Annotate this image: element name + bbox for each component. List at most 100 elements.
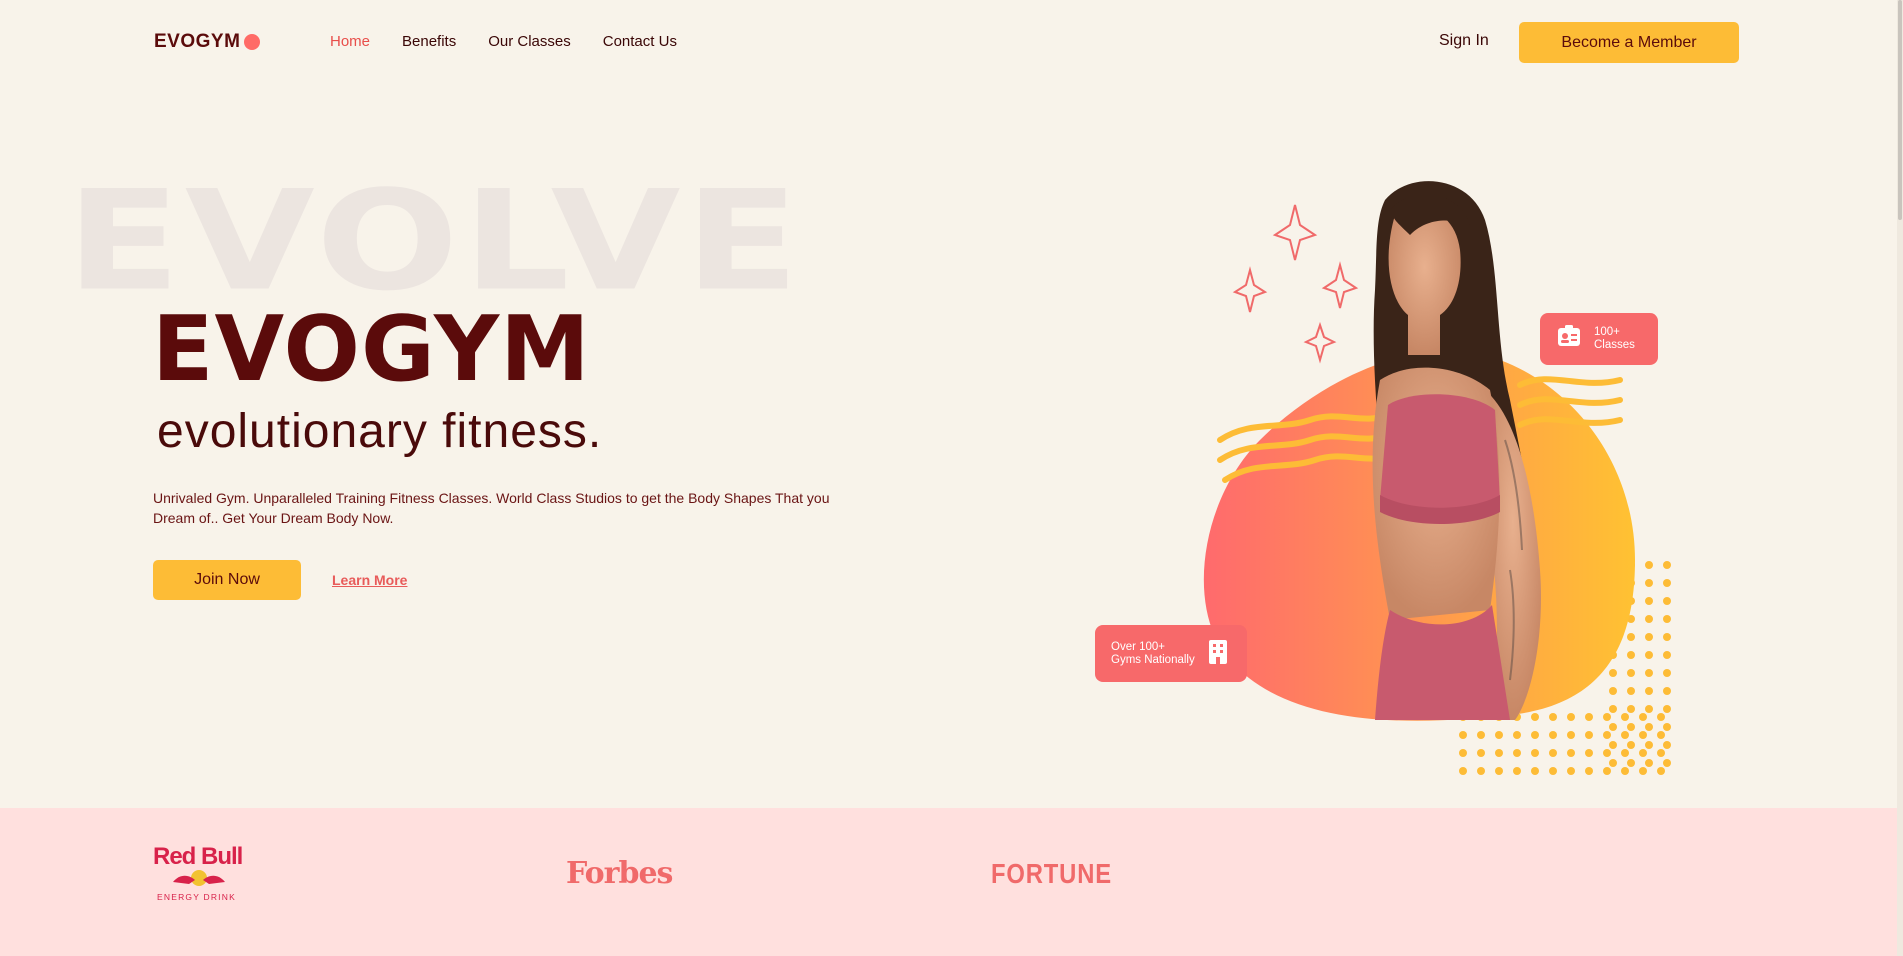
nav-link-contact-us[interactable]: Contact Us: [603, 33, 677, 50]
badge-classes-line1: 100+: [1594, 326, 1620, 338]
pattern-dot: [1627, 741, 1635, 749]
pattern-dot: [1627, 759, 1635, 767]
pattern-dot: [1663, 741, 1671, 749]
pattern-dot: [1609, 687, 1617, 695]
pattern-dot: [1657, 767, 1665, 775]
pattern-dot: [1645, 687, 1653, 695]
page-scrollbar[interactable]: [1897, 0, 1903, 956]
pattern-dot: [1603, 767, 1611, 775]
pattern-dot: [1627, 651, 1635, 659]
pattern-dot: [1663, 759, 1671, 767]
pattern-dot: [1459, 767, 1467, 775]
pattern-dot: [1645, 705, 1653, 713]
pattern-dot: [1495, 731, 1503, 739]
learn-more-link[interactable]: Learn More: [332, 572, 407, 588]
nav-link-benefits[interactable]: Benefits: [402, 33, 456, 50]
pattern-dot: [1663, 651, 1671, 659]
pattern-dot: [1531, 731, 1539, 739]
nav-link-our-classes[interactable]: Our Classes: [488, 33, 571, 50]
pattern-dot: [1585, 731, 1593, 739]
pattern-dot: [1627, 705, 1635, 713]
nav-links: Home Benefits Our Classes Contact Us: [330, 33, 677, 50]
pattern-dot: [1621, 731, 1629, 739]
pattern-dot: [1549, 731, 1557, 739]
pattern-dot: [1531, 767, 1539, 775]
badge-gyms-line1: Over 100+: [1111, 640, 1166, 653]
pattern-dot: [1477, 767, 1485, 775]
pattern-dot: [1531, 749, 1539, 757]
pattern-dot: [1531, 713, 1539, 721]
redbull-logo: Red Bull ENERGY DRINK: [153, 844, 253, 904]
pattern-dot: [1645, 651, 1653, 659]
pattern-dot: [1585, 767, 1593, 775]
hero-title: EVOGYM: [152, 297, 591, 402]
pattern-dot: [1645, 579, 1653, 587]
pattern-dot: [1513, 749, 1521, 757]
pattern-dot: [1627, 723, 1635, 731]
pattern-dot: [1585, 749, 1593, 757]
scrollbar-thumb[interactable]: [1898, 0, 1902, 220]
pattern-dot: [1609, 723, 1617, 731]
join-now-button[interactable]: Join Now: [153, 560, 301, 600]
pattern-dot: [1657, 731, 1665, 739]
pattern-dot: [1645, 669, 1653, 677]
top-navigation: EVOGYM Home Benefits Our Classes Contact…: [0, 0, 1897, 86]
pattern-dot: [1603, 749, 1611, 757]
pattern-dot: [1603, 713, 1611, 721]
pattern-dot: [1657, 713, 1665, 721]
pattern-dot: [1639, 749, 1647, 757]
pattern-dot: [1627, 687, 1635, 695]
hero-description: Unrivaled Gym. Unparalleled Training Fit…: [153, 490, 830, 526]
pattern-dot: [1621, 767, 1629, 775]
hero-subtitle: evolutionary fitness.: [157, 405, 603, 458]
pattern-dot: [1627, 669, 1635, 677]
pattern-dot: [1645, 561, 1653, 569]
pattern-dot: [1639, 731, 1647, 739]
badge-gyms: Over 100+ Gyms Nationally: [1095, 625, 1247, 682]
nav-link-home[interactable]: Home: [330, 33, 370, 50]
pattern-dot: [1459, 731, 1467, 739]
building-icon: [1207, 639, 1229, 669]
sign-in-link[interactable]: Sign In: [1439, 32, 1489, 50]
pattern-dot: [1663, 597, 1671, 605]
bull-emblem-icon: [173, 870, 225, 886]
pattern-dot: [1567, 767, 1575, 775]
pattern-dot: [1621, 749, 1629, 757]
become-member-button[interactable]: Become a Member: [1519, 22, 1739, 63]
pattern-dot: [1513, 731, 1521, 739]
pattern-dot: [1663, 615, 1671, 623]
pattern-dot: [1549, 749, 1557, 757]
pattern-dot: [1549, 767, 1557, 775]
pattern-dot: [1609, 759, 1617, 767]
hero-graphic: [1090, 140, 1690, 780]
pattern-dot: [1639, 767, 1647, 775]
pattern-dot: [1663, 705, 1671, 713]
badge-gyms-line2: Gyms Nationally: [1111, 653, 1195, 666]
pattern-dot: [1657, 749, 1665, 757]
pattern-dot: [1477, 749, 1485, 757]
redbull-sub: ENERGY DRINK: [157, 892, 236, 902]
background-word: EVOLVE: [66, 160, 804, 322]
pattern-dot: [1639, 713, 1647, 721]
pattern-dot: [1621, 713, 1629, 721]
pattern-dot: [1627, 633, 1635, 641]
athlete-figure: [1372, 181, 1541, 720]
pattern-dot: [1609, 705, 1617, 713]
pattern-dot: [1645, 633, 1653, 641]
logo[interactable]: EVOGYM: [154, 31, 261, 53]
redbull-name: Red Bull: [153, 843, 243, 870]
badge-classes: 100+ Classes: [1540, 313, 1658, 365]
pattern-dot: [1567, 731, 1575, 739]
partners-strip: Red Bull ENERGY DRINK Forbes FORTUNE: [0, 808, 1897, 956]
logo-text: EVOGYM: [154, 31, 241, 52]
pattern-dot: [1645, 723, 1653, 731]
fortune-logo: FORTUNE: [991, 858, 1112, 889]
pattern-dot: [1645, 615, 1653, 623]
pattern-dot: [1663, 579, 1671, 587]
forbes-logo: Forbes: [566, 856, 673, 891]
badge-classes-line2: Classes: [1594, 339, 1635, 351]
pattern-dot: [1645, 597, 1653, 605]
pattern-dot: [1477, 731, 1485, 739]
pattern-dot: [1603, 731, 1611, 739]
sparkles-icon: [1232, 204, 1359, 364]
